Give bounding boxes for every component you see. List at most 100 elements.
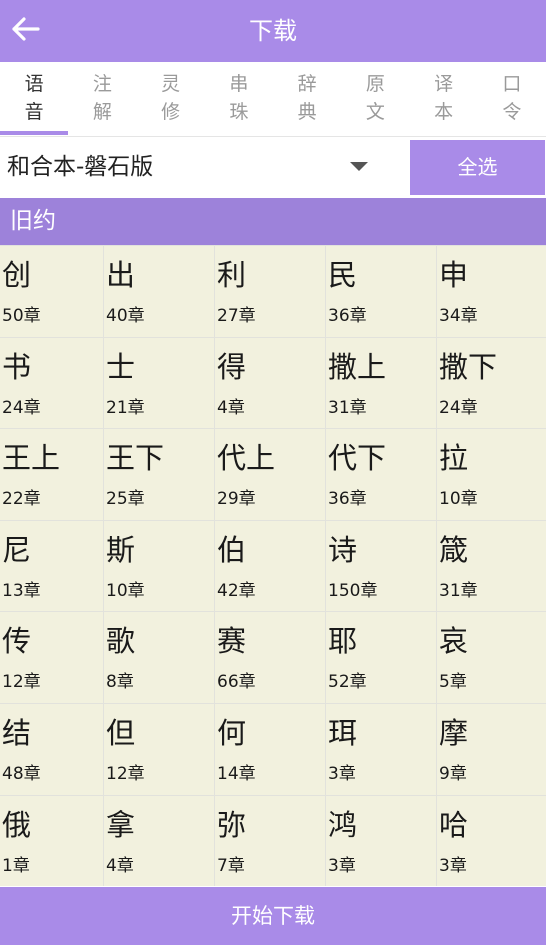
book-item[interactable]: 王下 25章 [104, 429, 214, 520]
book-chapter-count: 31章 [328, 397, 367, 418]
book-grid: 创 50章 出 40章 利 27章 民 36章 申 34章书 24章 士 21章 得 4章 撒上 31章 撒下 24… [0, 245, 546, 886]
book-chapter-count: 5章 [439, 672, 467, 693]
book-item[interactable]: 得 4章 [215, 337, 325, 429]
book-name: 士 [106, 349, 136, 384]
tab-label-line1: 辞 [297, 73, 317, 95]
book-item[interactable]: 鸿 3章 [326, 795, 436, 886]
book-chapter-count: 31章 [439, 580, 478, 601]
book-item[interactable]: 哈 3章 [437, 795, 546, 886]
book-name: 哀 [439, 624, 469, 659]
book-item[interactable]: 箴 31章 [437, 520, 546, 612]
book-name: 王上 [2, 441, 61, 476]
book-chapter-count: 36章 [328, 306, 367, 326]
book-chapter-count: 150章 [328, 580, 378, 601]
book-name: 代下 [328, 441, 387, 476]
tab-7[interactable]: 口令 [478, 62, 546, 135]
book-chapter-count: 14章 [217, 763, 256, 784]
book-item[interactable]: 赛 66章 [215, 612, 325, 703]
tab-4[interactable]: 辞典 [273, 62, 341, 135]
book-name: 传 [2, 624, 32, 659]
book-chapter-count: 10章 [439, 489, 478, 510]
book-chapter-count: 50章 [2, 306, 41, 326]
book-item[interactable]: 士 21章 [104, 337, 214, 429]
book-chapter-count: 4章 [217, 397, 245, 418]
tab-1[interactable]: 注解 [68, 62, 136, 135]
section-header-old-testament: 旧约 [0, 198, 546, 245]
book-item[interactable]: 书 24章 [0, 337, 103, 429]
tab-label-line2: 珠 [229, 101, 249, 123]
tab-label-line1: 注 [92, 73, 112, 95]
version-row: 和合本-磐石版 全选 [0, 136, 546, 197]
book-name: 利 [217, 258, 247, 292]
book-item[interactable]: 创 50章 [0, 246, 103, 337]
book-name: 诗 [328, 532, 358, 567]
tab-label-line1: 译 [434, 73, 454, 95]
book-item[interactable]: 何 14章 [215, 703, 325, 795]
tab-label-line2: 修 [161, 101, 181, 123]
start-download-button[interactable]: 开始下载 [0, 887, 546, 945]
tab-2[interactable]: 灵修 [137, 62, 205, 135]
book-name: 赛 [217, 624, 247, 659]
book-chapter-count: 3章 [328, 855, 356, 876]
book-item[interactable]: 代上 29章 [215, 429, 325, 520]
book-name: 弥 [217, 807, 247, 842]
book-item[interactable]: 伯 42章 [215, 520, 325, 612]
book-chapter-count: 13章 [2, 580, 41, 601]
book-item[interactable]: 哀 5章 [437, 612, 546, 703]
book-item[interactable]: 耶 52章 [326, 612, 436, 703]
book-item[interactable]: 结 48章 [0, 703, 103, 795]
book-item[interactable]: 诗 150章 [326, 520, 436, 612]
book-chapter-count: 42章 [217, 580, 256, 601]
tab-label-line1: 灵 [161, 73, 181, 95]
tab-3[interactable]: 串珠 [205, 62, 273, 135]
book-item[interactable]: 民 36章 [326, 246, 436, 337]
tab-label-line1: 串 [229, 73, 249, 95]
book-item[interactable]: 珥 3章 [326, 703, 436, 795]
book-item[interactable]: 传 12章 [0, 612, 103, 703]
book-chapter-count: 3章 [439, 855, 467, 876]
book-chapter-count: 12章 [2, 672, 41, 693]
tab-6[interactable]: 译本 [410, 62, 478, 135]
book-item[interactable]: 拿 4章 [104, 795, 214, 886]
tab-label-line2: 令 [502, 101, 522, 123]
book-item[interactable]: 俄 1章 [0, 795, 103, 886]
book-item[interactable]: 撒下 24章 [437, 337, 546, 429]
section-title: 旧约 [10, 208, 56, 234]
book-name: 结 [2, 715, 32, 750]
tab-label-line1: 原 [365, 73, 385, 95]
book-item[interactable]: 歌 8章 [104, 612, 214, 703]
tab-5[interactable]: 原文 [341, 62, 409, 135]
tab-label-line2: 本 [434, 101, 454, 123]
book-item[interactable]: 代下 36章 [326, 429, 436, 520]
select-all-button[interactable]: 全选 [410, 140, 545, 195]
book-item[interactable]: 摩 9章 [437, 703, 546, 795]
book-chapter-count: 52章 [328, 672, 367, 693]
book-name: 尼 [2, 532, 32, 567]
book-chapter-count: 29章 [217, 489, 256, 510]
book-item[interactable]: 拉 10章 [437, 429, 546, 520]
book-name: 箴 [439, 532, 469, 567]
book-name: 得 [217, 349, 247, 384]
book-chapter-count: 8章 [106, 672, 134, 693]
tab-label-line2: 文 [365, 101, 385, 123]
book-item[interactable]: 但 12章 [104, 703, 214, 795]
book-chapter-count: 22章 [2, 489, 41, 510]
book-chapter-count: 34章 [439, 306, 478, 326]
page-title: 下载 [249, 17, 297, 45]
tab-label-line2: 典 [297, 101, 317, 123]
book-item[interactable]: 撒上 31章 [326, 337, 436, 429]
book-item[interactable]: 王上 22章 [0, 429, 103, 520]
book-item[interactable]: 申 34章 [437, 246, 546, 337]
book-chapter-count: 40章 [106, 306, 145, 326]
book-chapter-count: 1章 [2, 855, 30, 876]
book-item[interactable]: 利 27章 [215, 246, 325, 337]
book-item[interactable]: 弥 7章 [215, 795, 325, 886]
book-name: 耶 [328, 624, 358, 659]
book-item[interactable]: 尼 13章 [0, 520, 103, 612]
book-item[interactable]: 出 40章 [104, 246, 214, 337]
book-name: 拿 [106, 807, 136, 842]
version-dropdown[interactable]: 和合本-磐石版 [0, 137, 408, 197]
book-name: 俄 [2, 807, 32, 842]
tab-0[interactable]: 语音 [0, 62, 69, 135]
book-item[interactable]: 斯 10章 [104, 520, 214, 612]
